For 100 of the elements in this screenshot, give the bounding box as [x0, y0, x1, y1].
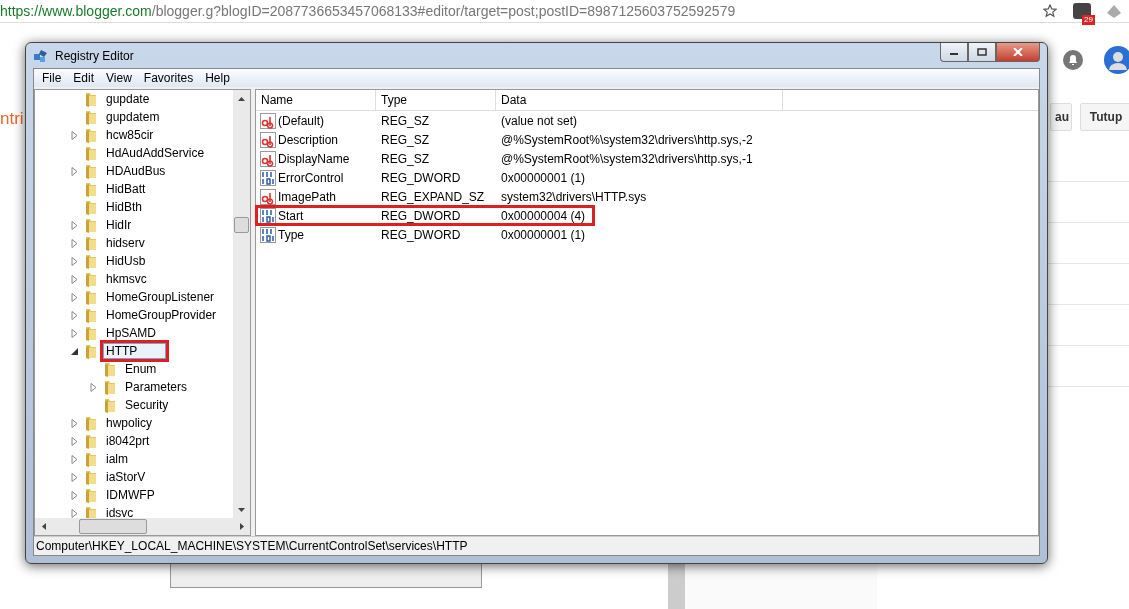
menu-item[interactable]: Help: [199, 71, 236, 85]
maximize-button[interactable]: [968, 43, 996, 62]
folder-icon: [83, 145, 99, 161]
folder-icon: [83, 181, 99, 197]
folder-icon: [102, 361, 118, 377]
tree-item[interactable]: gupdate: [103, 91, 153, 107]
tree-item[interactable]: HDAudBus: [103, 163, 169, 179]
tree-item[interactable]: IDMWFP: [103, 487, 158, 503]
tree-item[interactable]: hwpolicy: [103, 415, 156, 431]
value-data: @%SystemRoot%\system32\drivers\http.sys,-1: [500, 151, 754, 166]
page-button[interactable]: Tutup: [1080, 103, 1129, 131]
tree-item[interactable]: HidUsb: [103, 253, 149, 269]
column-header[interactable]: Data: [496, 90, 783, 110]
tree-item[interactable]: idsvc: [103, 505, 137, 518]
tree-item[interactable]: hidserv: [103, 235, 148, 251]
folder-icon: [83, 325, 99, 341]
address-text[interactable]: https://www.blogger.com/blogger.g?blogID=2087736653457068133#editor/target=post;postID=8987125603752592579: [0, 3, 1043, 19]
value-type: REG_DWORD: [380, 208, 462, 223]
tree-item[interactable]: Parameters: [122, 379, 191, 395]
value-type: REG_DWORD: [380, 170, 462, 185]
avatar-icon[interactable]: [1104, 46, 1129, 74]
extension-icon[interactable]: [1073, 3, 1091, 19]
folder-icon: [83, 451, 99, 467]
tree-item[interactable]: HTTP: [103, 343, 167, 359]
minimize-button[interactable]: [940, 43, 968, 62]
menu-item[interactable]: File: [36, 71, 68, 85]
value-name[interactable]: (Default): [278, 113, 324, 128]
value-data: 0x00000001 (1): [500, 170, 587, 185]
page-title: ntri: [0, 109, 24, 129]
value-name[interactable]: Description: [278, 132, 339, 147]
expand-arrow-icon[interactable]: [90, 382, 98, 392]
folder-icon: [83, 289, 99, 305]
expand-arrow-icon[interactable]: [71, 130, 79, 140]
binary-value-icon: [260, 169, 276, 186]
menu-item[interactable]: View: [100, 71, 138, 85]
expand-arrow-icon[interactable]: [71, 166, 79, 176]
binary-value-icon: [260, 207, 276, 224]
value-type: REG_SZ: [380, 151, 430, 166]
tree-item[interactable]: hcw85cir: [103, 127, 157, 143]
tree-item[interactable]: HidIr: [103, 217, 135, 233]
scroll-thumb[interactable]: [79, 519, 147, 534]
close-button[interactable]: [996, 43, 1040, 62]
registry-icon: [33, 47, 49, 64]
folder-icon: [83, 253, 99, 269]
value-data: (value not set): [500, 113, 579, 128]
value-type: REG_SZ: [380, 132, 430, 147]
tree-item[interactable]: Enum: [122, 361, 160, 377]
folder-icon: [83, 163, 99, 179]
star-icon[interactable]: [1043, 4, 1057, 18]
value-data: system32\drivers\HTTP.sys: [500, 189, 648, 204]
folder-icon: [83, 199, 99, 215]
value-name[interactable]: ErrorControl: [278, 170, 344, 185]
string-value-icon: [260, 188, 276, 205]
extension-icon[interactable]: [1105, 3, 1123, 19]
tree-item[interactable]: hkmsvc: [103, 271, 150, 287]
value-name[interactable]: Start: [278, 208, 304, 223]
menu-item[interactable]: Favorites: [137, 71, 200, 85]
tree-item[interactable]: HomeGroupListener: [103, 289, 218, 305]
folder-icon: [83, 235, 99, 251]
tree-item[interactable]: HidBatt: [103, 181, 149, 197]
folder-icon: [83, 91, 99, 107]
tree-item[interactable]: HpSAMD: [103, 325, 159, 341]
folder-icon: [102, 397, 118, 413]
tree-item[interactable]: HomeGroupProvider: [103, 307, 220, 323]
folder-icon: [83, 127, 99, 143]
window-title: Registry Editor: [55, 48, 135, 63]
value-type: REG_SZ: [380, 113, 430, 128]
collapse-arrow-icon[interactable]: [71, 346, 79, 356]
value-data: 0x00000001 (1): [500, 227, 587, 242]
folder-icon: [83, 271, 99, 287]
menu-item[interactable]: Edit: [67, 71, 101, 85]
value-data: 0x00000004 (4): [500, 208, 587, 223]
value-data: @%SystemRoot%\system32\drivers\http.sys,-2: [500, 132, 754, 147]
column-header[interactable]: Name: [256, 90, 376, 110]
value-name[interactable]: Type: [278, 227, 304, 242]
value-type: REG_DWORD: [380, 227, 462, 242]
vertical-scrollbar[interactable]: [233, 90, 250, 518]
column-header[interactable]: Type: [376, 90, 496, 110]
maximize-icon: [977, 48, 987, 56]
tree-item[interactable]: gupdatem: [103, 109, 163, 125]
tree-item[interactable]: Security: [122, 397, 172, 413]
string-value-icon: [260, 131, 276, 148]
scroll-thumb[interactable]: [234, 217, 249, 233]
folder-icon: [83, 307, 99, 323]
tree-item[interactable]: ialm: [103, 451, 131, 467]
value-name[interactable]: DisplayName: [278, 151, 350, 166]
horizontal-scrollbar[interactable]: [35, 518, 250, 535]
tree-item[interactable]: HdAudAddService: [103, 145, 208, 161]
string-value-icon: [260, 150, 276, 167]
tree-item[interactable]: HidBth: [103, 199, 146, 215]
page-button[interactable]: au: [1050, 103, 1072, 131]
tree-item[interactable]: i8042prt: [103, 433, 153, 449]
folder-icon: [83, 469, 99, 485]
folder-icon: [83, 217, 99, 233]
bell-icon[interactable]: [1063, 50, 1083, 70]
tree-item[interactable]: iaStorV: [103, 469, 149, 485]
value-name[interactable]: ImagePath: [278, 189, 337, 204]
value-type: REG_EXPAND_SZ: [380, 189, 486, 204]
status-bar: Computer\HKEY_LOCAL_MACHINE\SYSTEM\CurrentControlSet\services\HTTP: [34, 536, 1039, 555]
folder-icon: [83, 109, 99, 125]
